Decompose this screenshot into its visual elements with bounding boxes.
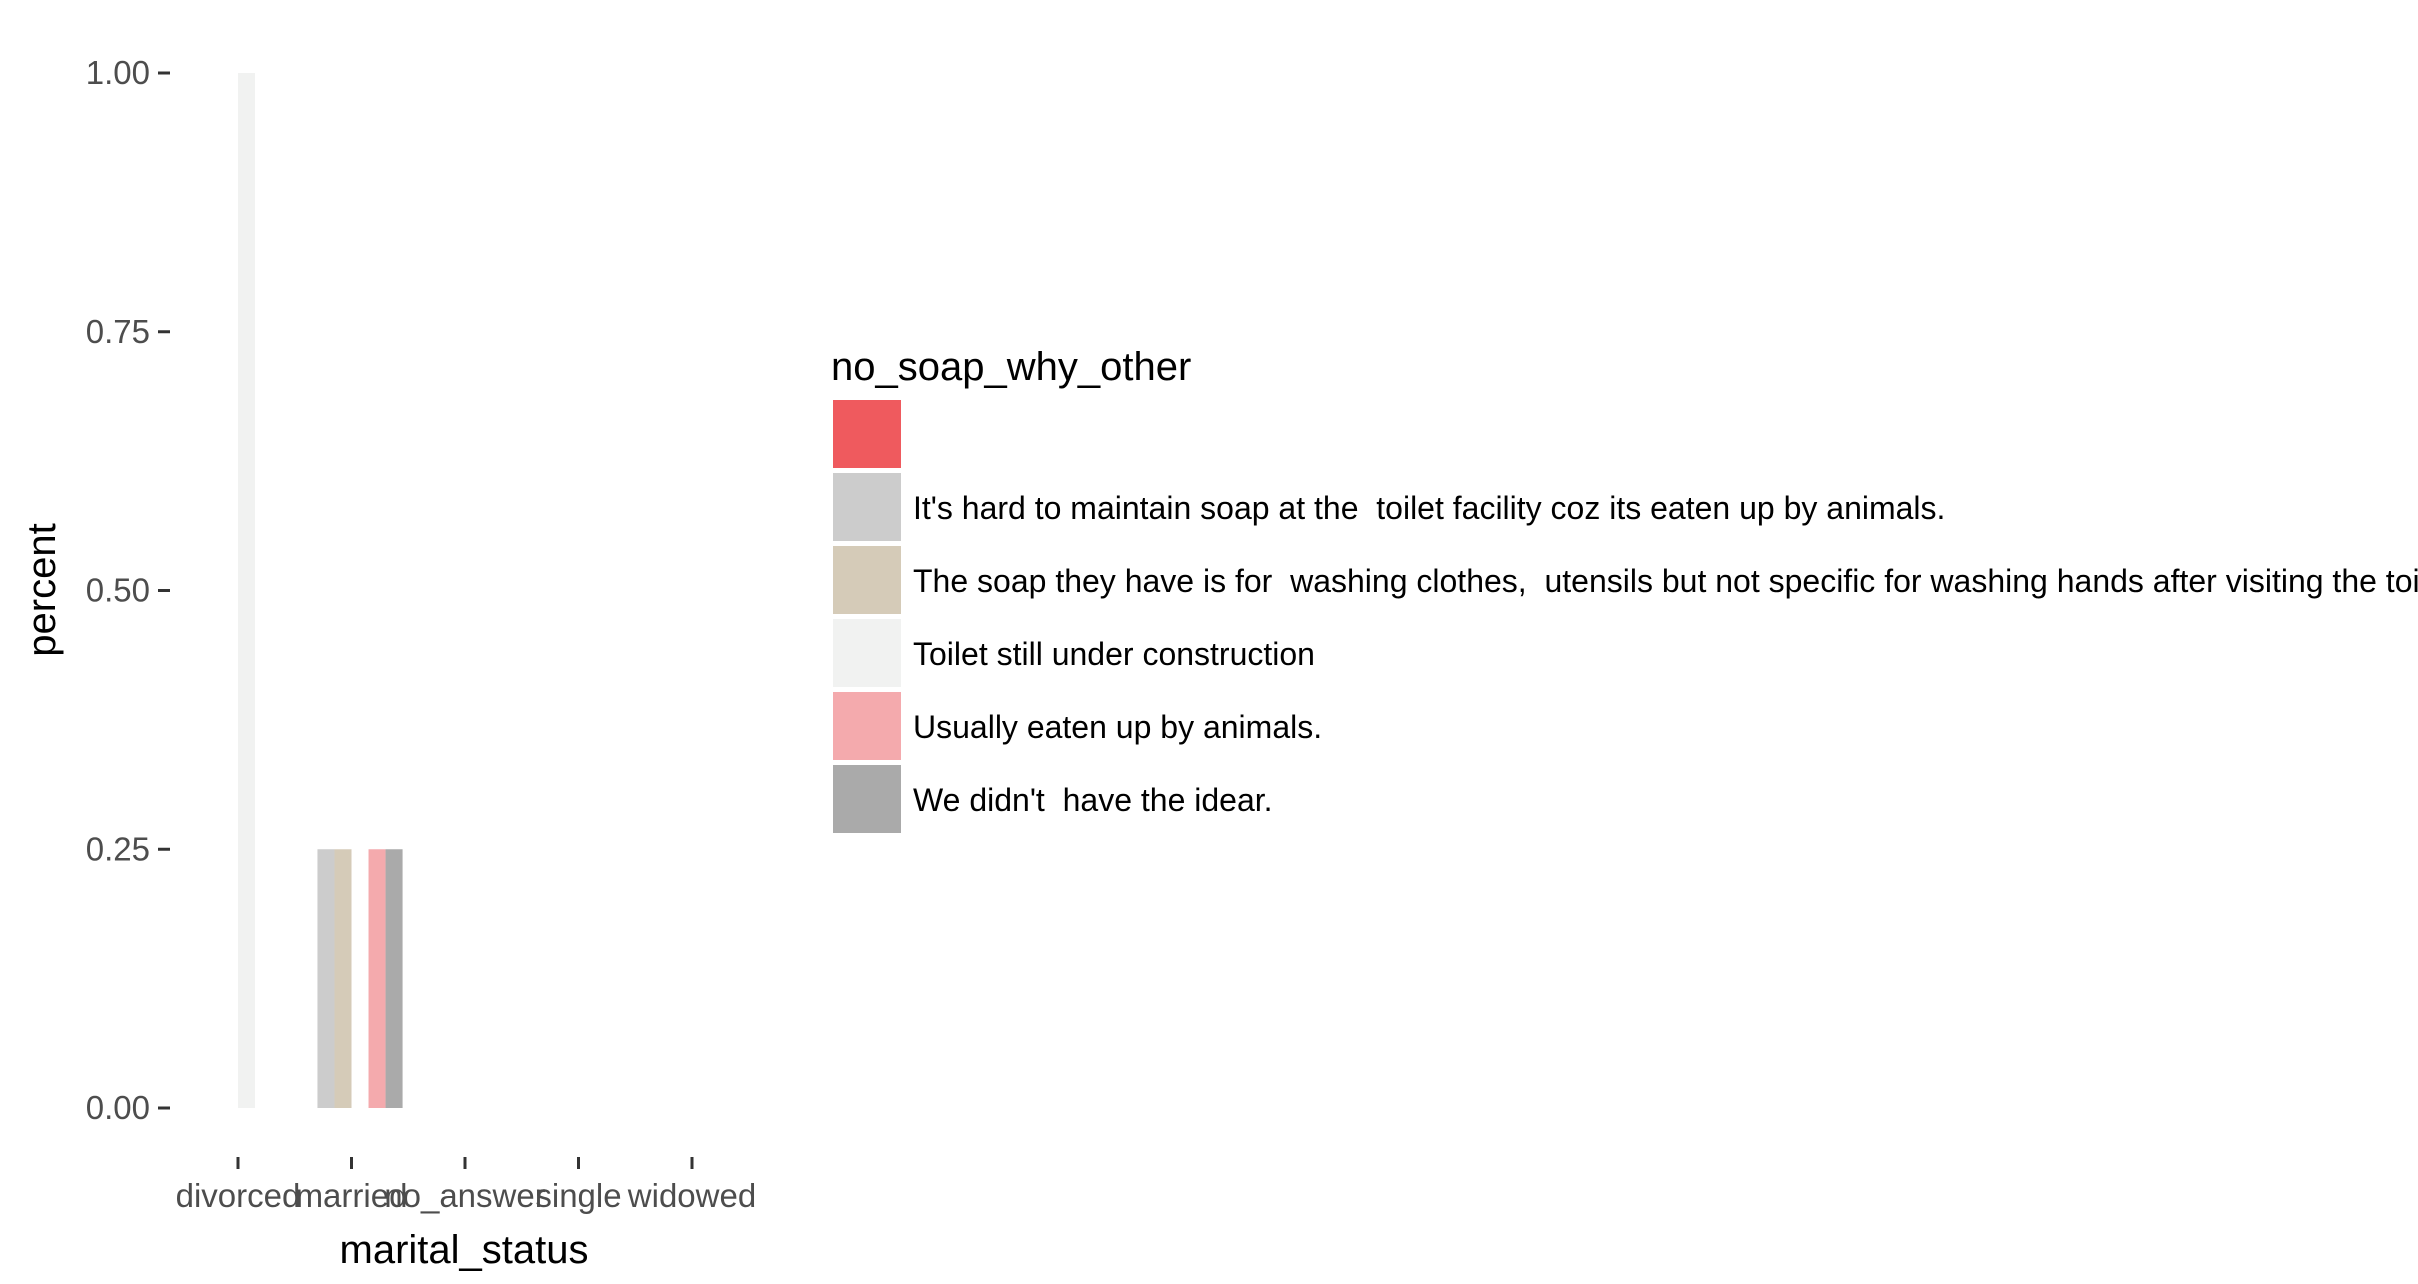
x-tick-label: single [535, 1177, 621, 1214]
y-axis-title: percent [20, 523, 64, 656]
legend-swatch [833, 400, 901, 468]
x-tick-label: widowed [627, 1177, 756, 1214]
x-axis-title: marital_status [340, 1228, 589, 1272]
y-axis: 0.00 0.25 0.50 0.75 1.00 [86, 54, 170, 1126]
x-tick-label: no_answer [384, 1177, 545, 1214]
bar-married-series-4 [368, 849, 386, 1108]
legend-title: no_soap_why_other [831, 345, 1191, 389]
y-tick-label: 1.00 [86, 54, 150, 91]
legend-items: It's hard to maintain soap at the toilet… [833, 400, 2418, 833]
legend: no_soap_why_other It's hard to maintain … [831, 345, 2418, 833]
legend-swatch [833, 473, 901, 541]
legend-label: It's hard to maintain soap at the toilet… [913, 490, 1945, 526]
y-tick-label: 0.00 [86, 1089, 150, 1126]
legend-label: The soap they have is for washing clothe… [913, 563, 2418, 599]
y-tick-label: 0.75 [86, 313, 150, 350]
legend-swatch [833, 546, 901, 614]
plot-bars [238, 73, 403, 1108]
legend-label: Usually eaten up by animals. [913, 709, 1322, 745]
legend-label: We didn't have the idear. [913, 782, 1273, 818]
y-tick-label: 0.50 [86, 572, 150, 609]
legend-swatch [833, 765, 901, 833]
bar-married-series-1 [317, 849, 335, 1108]
x-axis: divorcedmarriedno_answersingle widowed [176, 1157, 756, 1214]
y-tick-label: 0.25 [86, 830, 150, 867]
chart: 0.00 0.25 0.50 0.75 1.00 divorcedmarriedno_a… [20, 54, 2418, 1272]
x-tick-label: divorced [176, 1177, 301, 1214]
bar-married-series-5 [385, 849, 403, 1108]
bar-married-series-2 [334, 849, 352, 1108]
legend-label: Toilet still under construction [913, 636, 1315, 672]
legend-swatch [833, 619, 901, 687]
legend-swatch [833, 692, 901, 760]
bar-divorced-series-3 [238, 73, 256, 1108]
